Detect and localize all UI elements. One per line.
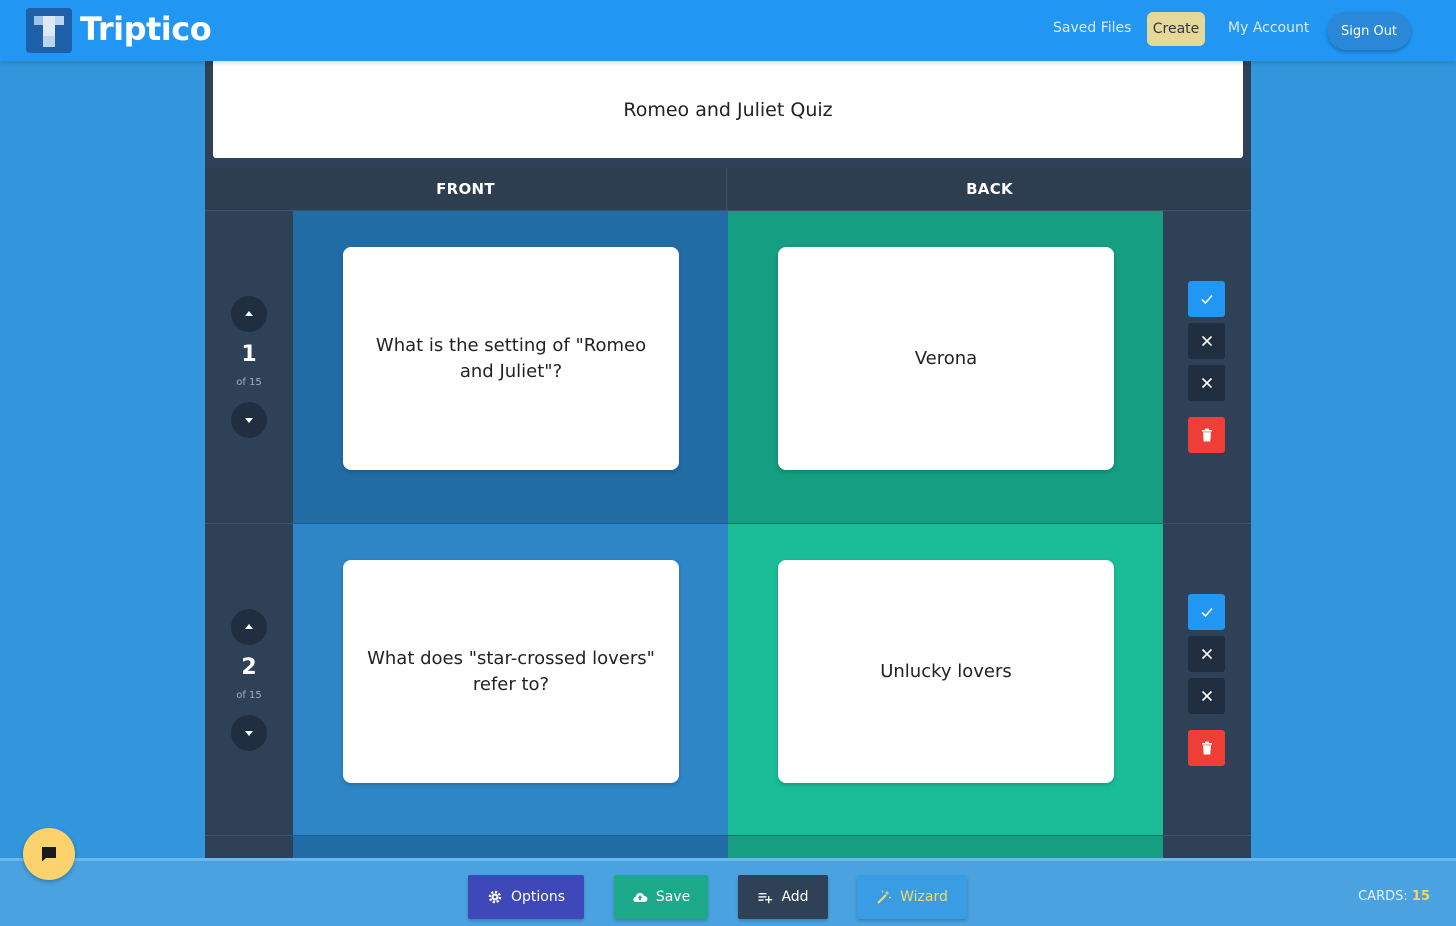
row-actions bbox=[1163, 211, 1251, 523]
move-up-button[interactable] bbox=[231, 296, 267, 332]
close-icon bbox=[1201, 335, 1212, 347]
confirm-button[interactable] bbox=[1188, 281, 1225, 317]
back-card[interactable]: Unlucky lovers bbox=[778, 560, 1114, 783]
cards-count-value: 15 bbox=[1411, 889, 1430, 904]
row-total: of 15 bbox=[236, 690, 262, 701]
clear-button[interactable] bbox=[1188, 365, 1225, 401]
chevron-down-icon bbox=[245, 418, 253, 423]
nav-my-account[interactable]: My Account bbox=[1228, 20, 1309, 36]
front-column-header: FRONT bbox=[205, 168, 727, 210]
gear-icon bbox=[488, 890, 502, 904]
front-area: What does "star-crossed lovers" refer to… bbox=[293, 524, 728, 835]
close-button[interactable] bbox=[1188, 323, 1225, 359]
magic-wand-icon bbox=[877, 890, 892, 904]
wizard-button[interactable]: Wizard bbox=[857, 875, 967, 919]
close-icon bbox=[1201, 690, 1212, 702]
move-up-button[interactable] bbox=[231, 609, 267, 645]
chevron-down-icon bbox=[245, 731, 253, 736]
chat-bubble-icon bbox=[42, 847, 56, 862]
front-card[interactable]: What is the setting of "Romeo and Juliet… bbox=[343, 247, 679, 470]
chevron-up-icon bbox=[245, 624, 253, 629]
check-icon bbox=[1200, 294, 1213, 305]
row-actions bbox=[1163, 524, 1251, 835]
delete-button[interactable] bbox=[1188, 417, 1225, 453]
close-button[interactable] bbox=[1188, 636, 1225, 672]
row-number-column: 1 of 15 bbox=[205, 211, 293, 523]
chevron-up-icon bbox=[245, 311, 253, 316]
quiz-title[interactable]: Romeo and Juliet Quiz bbox=[213, 61, 1243, 158]
cards-count-label: CARDS: bbox=[1358, 889, 1408, 904]
back-area: Unlucky lovers bbox=[728, 524, 1163, 835]
move-down-button[interactable] bbox=[231, 402, 267, 438]
trash-icon bbox=[1201, 741, 1212, 755]
row-number: 2 bbox=[241, 655, 257, 680]
delete-button[interactable] bbox=[1188, 730, 1225, 766]
brand-name[interactable]: Triptico bbox=[80, 10, 212, 48]
triptico-logo-icon[interactable] bbox=[26, 8, 72, 53]
playlist-add-icon bbox=[758, 893, 773, 904]
close-icon bbox=[1201, 648, 1212, 660]
front-card[interactable]: What does "star-crossed lovers" refer to… bbox=[343, 560, 679, 783]
check-icon bbox=[1200, 607, 1213, 618]
nav-create[interactable]: Create bbox=[1147, 12, 1205, 46]
card-row: 1 of 15 What is the setting of "Romeo an… bbox=[205, 211, 1251, 523]
bottom-toolbar: Options Save Add Wizard CARDS: 15 bbox=[0, 858, 1456, 926]
sign-out-button[interactable]: Sign Out bbox=[1327, 12, 1411, 50]
top-navbar: Triptico Saved Files Create My Account S… bbox=[0, 0, 1456, 61]
trash-icon bbox=[1201, 428, 1212, 442]
back-card[interactable]: Verona bbox=[778, 247, 1114, 470]
chat-button[interactable] bbox=[23, 828, 75, 880]
cloud-upload-icon bbox=[633, 893, 648, 903]
save-label: Save bbox=[655, 889, 691, 905]
clear-button[interactable] bbox=[1188, 678, 1225, 714]
move-down-button[interactable] bbox=[231, 715, 267, 751]
back-area: Verona bbox=[728, 211, 1163, 523]
save-button[interactable]: Save bbox=[614, 875, 708, 919]
card-editor-panel: Romeo and Juliet Quiz FRONT BACK 1 of 15… bbox=[205, 61, 1251, 861]
add-label: Add bbox=[781, 889, 809, 905]
close-icon bbox=[1201, 377, 1212, 389]
wizard-label: Wizard bbox=[900, 889, 948, 905]
row-number: 1 bbox=[241, 342, 257, 367]
nav-saved-files[interactable]: Saved Files bbox=[1053, 20, 1131, 36]
back-column-header: BACK bbox=[728, 168, 1251, 210]
add-button[interactable]: Add bbox=[738, 875, 828, 919]
row-number-column: 2 of 15 bbox=[205, 524, 293, 835]
options-button[interactable]: Options bbox=[468, 875, 584, 919]
card-row: 2 of 15 What does "star-crossed lovers" … bbox=[205, 523, 1251, 835]
front-area: What is the setting of "Romeo and Juliet… bbox=[293, 211, 728, 523]
options-label: Options bbox=[510, 889, 566, 905]
row-total: of 15 bbox=[236, 377, 262, 388]
confirm-button[interactable] bbox=[1188, 594, 1225, 630]
cards-count: CARDS: 15 bbox=[1358, 889, 1430, 904]
